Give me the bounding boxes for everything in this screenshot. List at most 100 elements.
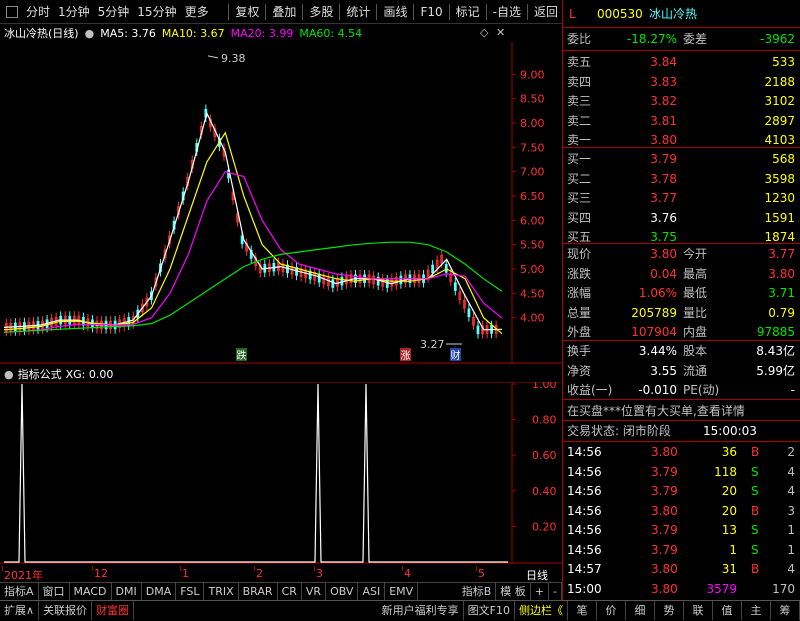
tool-button-1[interactable]: 叠加 bbox=[268, 0, 300, 24]
bottom-left-1[interactable]: 关联报价 bbox=[39, 601, 93, 620]
bottom-left-0[interactable]: 扩展∧ bbox=[0, 601, 40, 620]
trade-row: 15:00 3.80 3579 170 bbox=[563, 579, 800, 599]
bid-row: 买三 3.77 1230 bbox=[563, 188, 800, 208]
indicator-tab-10[interactable]: OBV bbox=[326, 583, 359, 600]
indicator-tab-12[interactable]: EMV bbox=[385, 583, 419, 600]
trade-count: 3 bbox=[787, 503, 795, 518]
bottom-left-2[interactable]: 财富圈 bbox=[92, 601, 135, 620]
stat-label: 今开 bbox=[683, 247, 708, 261]
bid-price[interactable]: 3.76 bbox=[650, 208, 677, 228]
indicator-tab-0[interactable]: 指标A bbox=[0, 583, 39, 600]
period-button-2[interactable]: 5分钟 bbox=[94, 0, 134, 24]
tool-button-2[interactable]: 多股 bbox=[305, 0, 337, 24]
bid-row: 买一 3.79 568 bbox=[563, 149, 800, 169]
event-marker-cai[interactable]: 财 bbox=[451, 349, 461, 362]
indicator-tab-3[interactable]: DMI bbox=[112, 583, 142, 600]
y-tick-label: 4.00 bbox=[520, 312, 545, 325]
ask-row: 卖二 3.81 2897 bbox=[563, 111, 800, 131]
trade-time: 15:00 bbox=[567, 581, 602, 596]
period-button-1[interactable]: 1分钟 bbox=[54, 0, 94, 24]
event-marker-zhang[interactable]: 涨 bbox=[401, 350, 411, 362]
tool-button-7[interactable]: -自选 bbox=[489, 0, 525, 24]
tool-button-0[interactable]: 复权 bbox=[231, 0, 263, 24]
chart-title: 冰山冷热(日线) bbox=[4, 27, 79, 40]
indicator-tab-13[interactable]: 指标B bbox=[458, 583, 497, 600]
ma60-label: MA60: 4.54 bbox=[299, 26, 363, 40]
side-tab-4[interactable]: 联 bbox=[684, 601, 713, 620]
ask-price[interactable]: 3.83 bbox=[650, 72, 677, 92]
bid-price[interactable]: 3.77 bbox=[650, 188, 677, 208]
chart-collapse-icon[interactable]: ◇ bbox=[480, 26, 488, 39]
indicator-tab-1[interactable]: 窗口 bbox=[39, 583, 70, 600]
indicator-tick-label: 0.80 bbox=[532, 414, 557, 427]
ask-price[interactable]: 3.81 bbox=[650, 111, 677, 131]
period-button-3[interactable]: 15分钟 bbox=[133, 0, 180, 24]
tool-button-6[interactable]: 标记 bbox=[452, 0, 484, 24]
indicator-chart[interactable]: 1.00 0.80 0.60 0.40 0.20 bbox=[0, 382, 562, 564]
tool-button-8[interactable]: 返回 bbox=[530, 0, 562, 24]
tool-button-5[interactable]: F10 bbox=[416, 0, 446, 24]
indicator-tab-5[interactable]: FSL bbox=[176, 583, 205, 600]
y-tick-label: 7.50 bbox=[520, 141, 545, 154]
indicator-tab-2[interactable]: MACD bbox=[70, 583, 112, 600]
trade-volume: 20 bbox=[721, 503, 737, 518]
trade-volume: 118 bbox=[714, 464, 737, 479]
indicator-tab-15[interactable]: + bbox=[531, 583, 550, 600]
side-tab-3[interactable]: 势 bbox=[655, 601, 684, 620]
stat-row: 总量 205789 量比 0.79 bbox=[563, 303, 800, 323]
bid-price[interactable]: 3.79 bbox=[650, 149, 677, 169]
ask-price[interactable]: 3.82 bbox=[650, 91, 677, 111]
stat-label: 最低 bbox=[683, 286, 708, 300]
period-button-4[interactable]: 更多 bbox=[181, 0, 213, 24]
indicator-tab-6[interactable]: TRIX bbox=[204, 583, 239, 600]
tool-button-4[interactable]: 画线 bbox=[379, 0, 411, 24]
indicator-tab-11[interactable]: ASI bbox=[358, 583, 386, 600]
ma-settings-icon[interactable]: ● bbox=[85, 27, 95, 40]
indicator-tab-8[interactable]: CR bbox=[278, 583, 302, 600]
layout-toggle-icon[interactable] bbox=[6, 5, 18, 18]
bottom-mid-0[interactable]: 新用户福利专享 bbox=[378, 601, 464, 620]
indicator-tab-14[interactable]: 模 板 bbox=[496, 583, 531, 600]
stat-label: 现价 bbox=[567, 247, 592, 261]
toolbar-separator bbox=[485, 3, 487, 20]
fund-value: 3.55 bbox=[650, 363, 677, 378]
bottom-mid-2[interactable]: 侧边栏《 bbox=[515, 601, 568, 620]
bottom-mid-1[interactable]: 图文F10 bbox=[464, 601, 515, 620]
chart-close-icon[interactable]: ✕ bbox=[496, 26, 505, 39]
toolbar-separator bbox=[448, 3, 450, 20]
trade-side: B bbox=[751, 503, 760, 518]
side-tab-1[interactable]: 价 bbox=[597, 601, 626, 620]
indicator-tab-4[interactable]: DMA bbox=[142, 583, 177, 600]
stat-value: 3.80 bbox=[650, 247, 677, 261]
trade-time: 14:56 bbox=[567, 523, 602, 537]
period-label[interactable]: 日线 bbox=[526, 567, 548, 583]
trade-price: 3.80 bbox=[651, 562, 678, 576]
indicator-menu-icon[interactable]: ● bbox=[0, 368, 14, 381]
indicator-tab-9[interactable]: VR bbox=[302, 583, 327, 600]
stat-value: 3.80 bbox=[768, 266, 795, 281]
big-order-notice[interactable]: 在买盘***位置有大买单,查看详情 bbox=[567, 401, 745, 421]
event-marker-die[interactable]: 跌 bbox=[237, 349, 247, 362]
bid-label: 买一 bbox=[567, 152, 592, 166]
trade-count: 4 bbox=[787, 484, 795, 498]
indicator-tab-7[interactable]: BRAR bbox=[239, 583, 278, 600]
ma-line-ma10 bbox=[3, 131, 503, 335]
side-tab-2[interactable]: 细 bbox=[626, 601, 655, 620]
trade-price: 3.79 bbox=[651, 464, 678, 479]
period-button-0[interactable]: 分时 bbox=[22, 0, 54, 24]
trade-side: B bbox=[751, 562, 760, 576]
side-tab-5[interactable]: 值 bbox=[713, 601, 742, 620]
stat-value: 0.79 bbox=[768, 305, 795, 320]
side-tab-0[interactable]: 笔 bbox=[568, 601, 597, 620]
tool-button-3[interactable]: 统计 bbox=[342, 0, 374, 24]
side-tab-7[interactable]: 筹 bbox=[771, 601, 800, 620]
stat-value: 3.77 bbox=[768, 247, 795, 261]
side-tab-6[interactable]: 主 bbox=[742, 601, 771, 620]
bid-price[interactable]: 3.78 bbox=[650, 169, 677, 189]
ask-price[interactable]: 3.84 bbox=[650, 52, 677, 72]
y-tick-label: 7.00 bbox=[520, 166, 545, 179]
price-chart[interactable]: 9.00 8.50 8.00 7.50 7.00 6.50 6.00 5.50 5.00 4.50… bbox=[0, 42, 562, 364]
trade-side: S bbox=[751, 523, 759, 537]
indicator-tab-16[interactable]: - bbox=[549, 583, 562, 600]
trade-row: 14:56 3.79 1 S 1 bbox=[563, 540, 800, 560]
